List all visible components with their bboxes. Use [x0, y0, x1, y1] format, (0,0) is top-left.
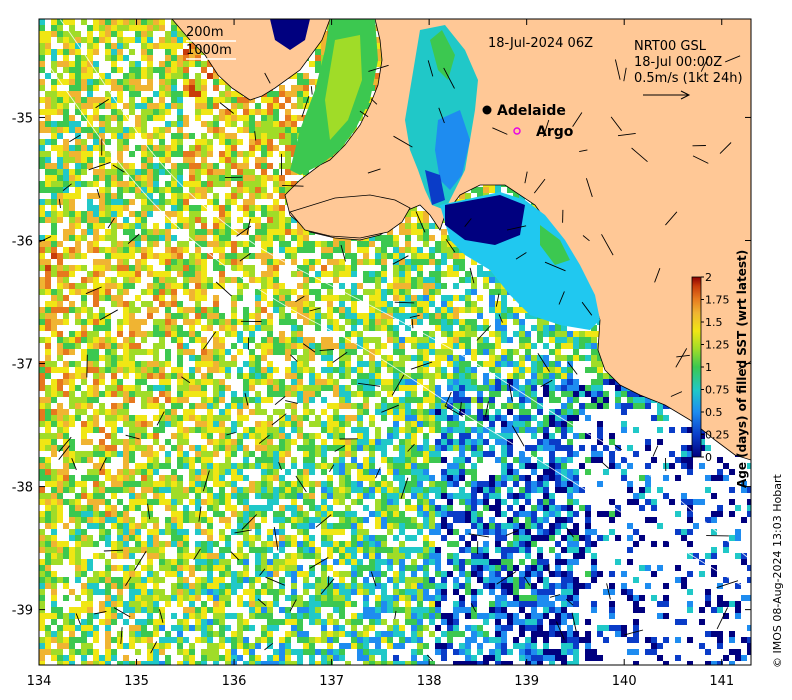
adelaide-marker [482, 105, 492, 115]
colorbar-tick-label: 0.75 [705, 384, 730, 397]
y-tick-label: -36 [12, 234, 33, 249]
y-tick-label: -39 [12, 604, 33, 619]
current-time: 18-Jul 00:00Z [634, 55, 722, 70]
argo-label: Argo [536, 124, 574, 140]
x-tick-label: 140 [612, 674, 637, 689]
x-tick-label: 139 [514, 674, 539, 689]
colorbar-tick-label: 1.25 [705, 339, 730, 352]
x-tick-label: 134 [27, 674, 52, 689]
colorbar-label: Age (days) of filled SST (wrt latest) [735, 250, 749, 488]
x-tick-label: 136 [222, 674, 247, 689]
colorbar-tick-label: 2 [705, 271, 712, 284]
depth-legend-200m: 200m [186, 25, 223, 40]
current-source: NRT00 GSL [634, 39, 707, 54]
colorbar-tick-label: 0.5 [705, 406, 723, 419]
colorbar-tick-label: 1.75 [705, 294, 730, 307]
colorbar-tick-label: 0 [705, 451, 712, 464]
x-tick-label: 137 [319, 674, 344, 689]
date-label: 18-Jul-2024 06Z [488, 36, 593, 51]
colorbar-tick-label: 0.25 [705, 429, 730, 442]
y-tick-label: -38 [12, 481, 33, 496]
colorbar-tick-label: 1 [705, 361, 712, 374]
y-tick-label: -37 [12, 358, 33, 373]
y-tick-label: -35 [12, 111, 33, 126]
current-scale: 0.5m/s (1kt 24h) [634, 71, 743, 86]
x-tick-label: 135 [124, 674, 149, 689]
adelaide-label: Adelaide [497, 103, 566, 119]
x-tick-label: 141 [709, 674, 734, 689]
colorbar-gradient [691, 276, 702, 458]
colorbar-tick-label: 1.5 [705, 316, 723, 329]
depth-legend-1000m: 1000m [186, 43, 232, 58]
credit-text: © IMOS 08-Aug-2024 13:03 Hobart [771, 474, 784, 668]
x-tick-label: 138 [417, 674, 442, 689]
sst-age-map: 134 135 136 137 138 139 140 141 -35 -36 -37 -38 -39… [12, 18, 784, 689]
